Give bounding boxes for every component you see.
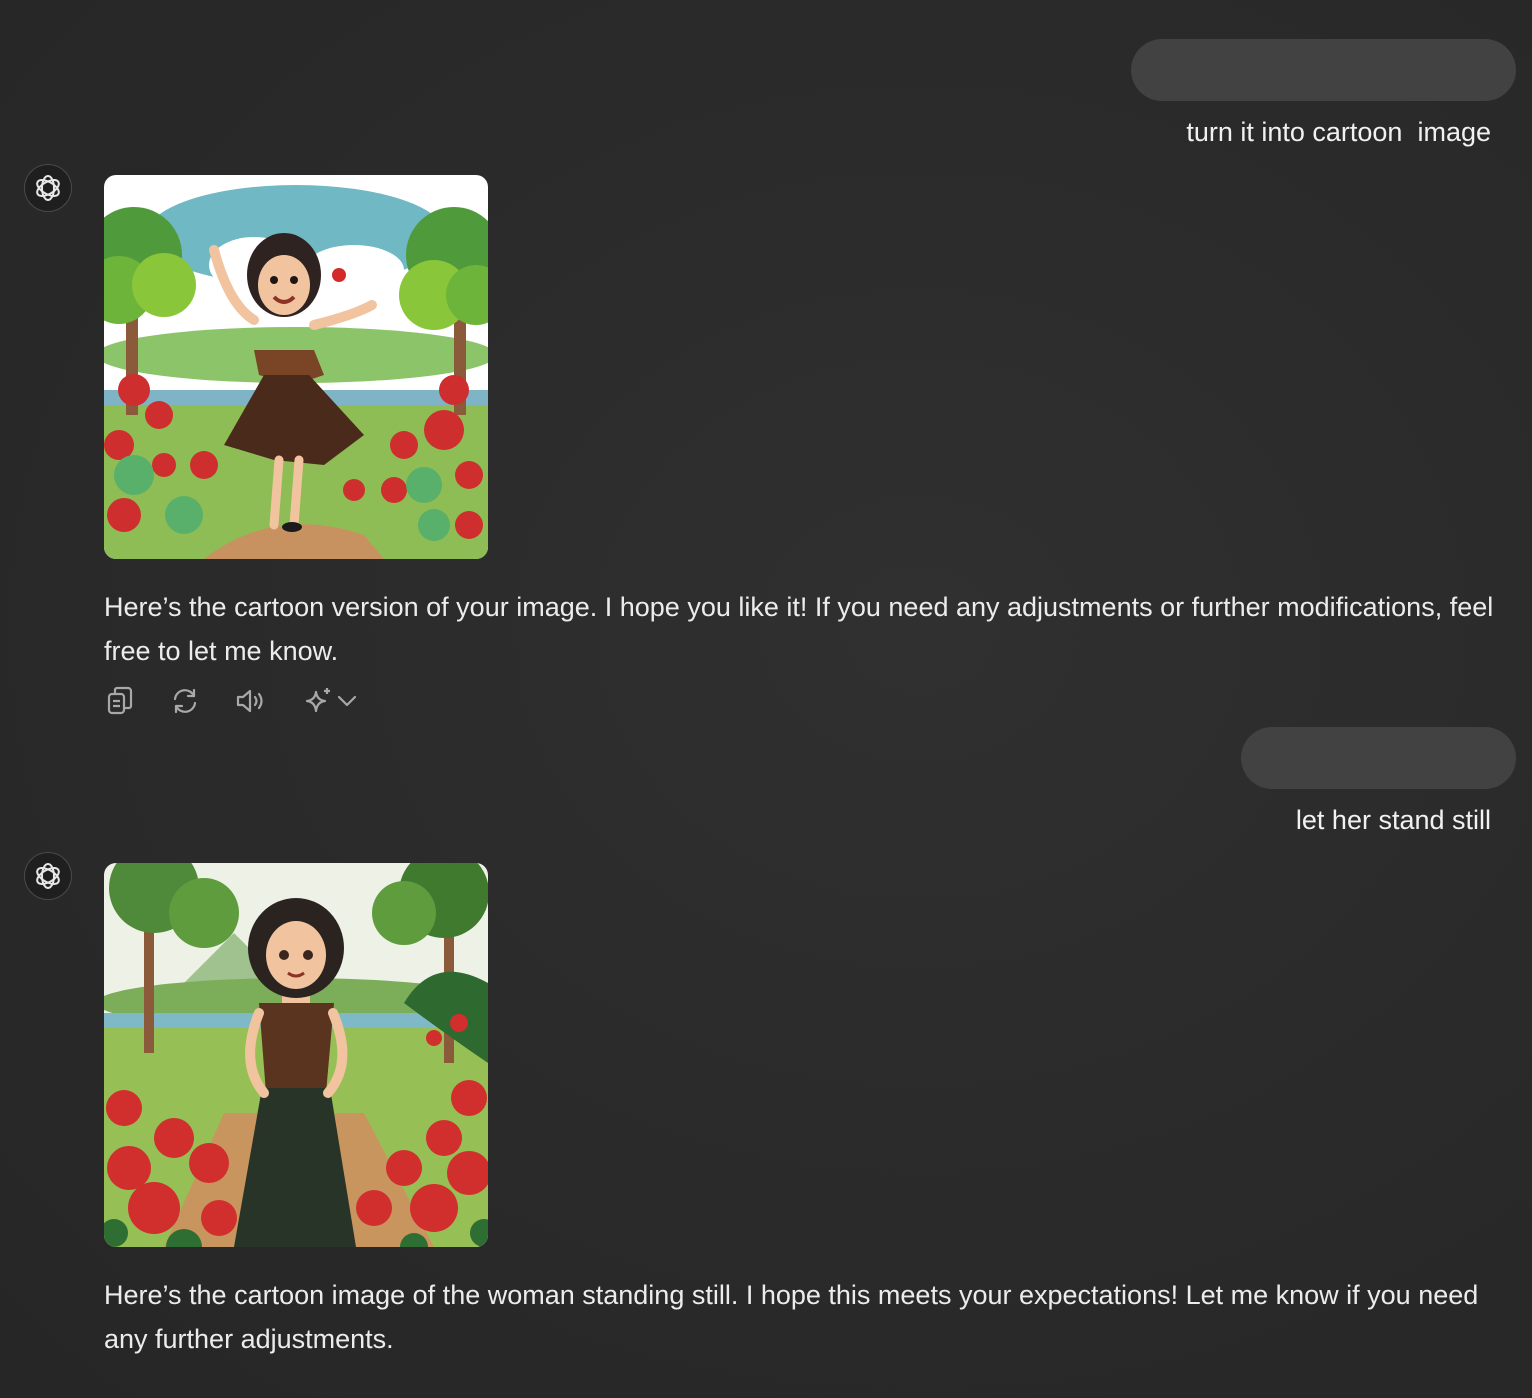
- openai-logo-icon: [36, 175, 60, 201]
- sparkle-icon: [305, 688, 330, 713]
- assistant-avatar: [24, 164, 72, 212]
- assistant-avatar: [24, 852, 72, 900]
- speaker-icon: [236, 689, 263, 713]
- user-message-text: turn it into cartoon image: [1186, 117, 1491, 147]
- read-aloud-button[interactable]: [234, 684, 268, 718]
- chevron-down-icon: [337, 695, 357, 707]
- regenerate-icon: [173, 688, 197, 714]
- assistant-message-text: Here’s the cartoon image of the woman st…: [104, 1280, 1479, 1354]
- chat-conversation: turn it into cartoon image Here’s the ca…: [0, 0, 1532, 1398]
- generated-image[interactable]: [104, 863, 488, 1247]
- cartoon-standing-image: [104, 863, 488, 1247]
- cartoon-dancing-image: [104, 175, 488, 559]
- user-message-text: let her stand still: [1295, 805, 1491, 835]
- user-message-bubble: turn it into cartoon image: [1131, 39, 1516, 147]
- user-message-bubble: let her stand still: [1240, 727, 1516, 835]
- openai-logo-icon: [36, 863, 60, 889]
- copy-button[interactable]: [104, 684, 136, 718]
- message-actions: [104, 684, 362, 718]
- assistant-message-text: Here’s the cartoon version of your image…: [104, 592, 1494, 666]
- generated-image[interactable]: [104, 175, 488, 559]
- regenerate-button[interactable]: [168, 684, 202, 718]
- change-model-button[interactable]: [300, 684, 362, 718]
- copy-icon: [107, 686, 133, 715]
